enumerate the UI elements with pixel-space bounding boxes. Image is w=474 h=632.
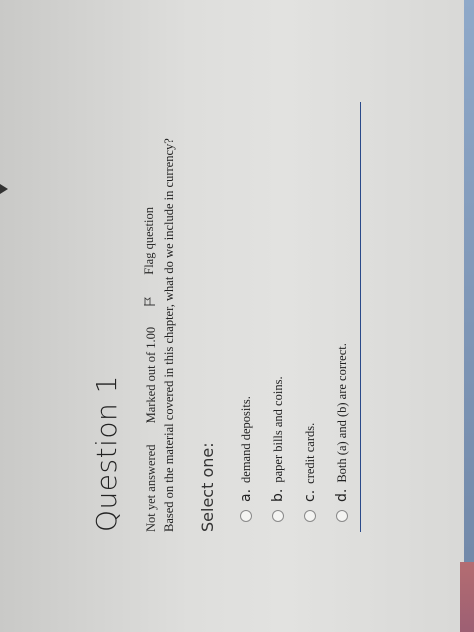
radio-button-b[interactable]: [272, 510, 284, 522]
photo-background: Question 1 Not yet answered Marked out o…: [0, 0, 474, 632]
option-letter: b.: [270, 488, 286, 502]
radio-button-d[interactable]: [336, 510, 348, 522]
question-status: Not yet answered: [144, 444, 158, 532]
radio-button-a[interactable]: [240, 510, 252, 522]
question-title: Question 1: [90, 375, 123, 532]
flag-question-label: Flag question: [142, 207, 156, 275]
option-letter: a.: [238, 488, 254, 502]
option-text: credit cards.: [302, 422, 317, 484]
quiz-question-panel: Question 1 Not yet answered Marked out o…: [90, 90, 375, 630]
answer-option-b[interactable]: b. paper bills and coins.: [262, 343, 294, 522]
cursor-arrow-icon: [0, 184, 8, 194]
option-text: Both (a) and (b) are correct.: [334, 343, 349, 483]
corner-accent: [460, 562, 474, 632]
answer-option-a[interactable]: a. demand deposits.: [230, 343, 262, 522]
question-text: Based on the material covered in this ch…: [162, 138, 176, 532]
question-info: Not yet answered Marked out of 1.00 Flag…: [142, 171, 159, 532]
option-text: paper bills and coins.: [270, 376, 285, 483]
option-text: demand deposits.: [238, 396, 253, 483]
flag-icon: [144, 296, 155, 306]
option-letter: c.: [302, 489, 318, 502]
screen-edge: [464, 0, 474, 632]
answer-option-c[interactable]: c. credit cards.: [294, 343, 326, 522]
question-marks: Marked out of 1.00: [144, 326, 158, 424]
section-divider: [360, 102, 361, 532]
answer-option-d[interactable]: d. Both (a) and (b) are correct.: [326, 343, 358, 522]
flag-question-link[interactable]: Flag question: [142, 189, 157, 306]
select-one-prompt: Select one:: [198, 442, 217, 532]
option-letter: d.: [334, 488, 350, 502]
answer-options: a. demand deposits. b. paper bills and c…: [230, 343, 358, 522]
radio-button-c[interactable]: [304, 510, 316, 522]
